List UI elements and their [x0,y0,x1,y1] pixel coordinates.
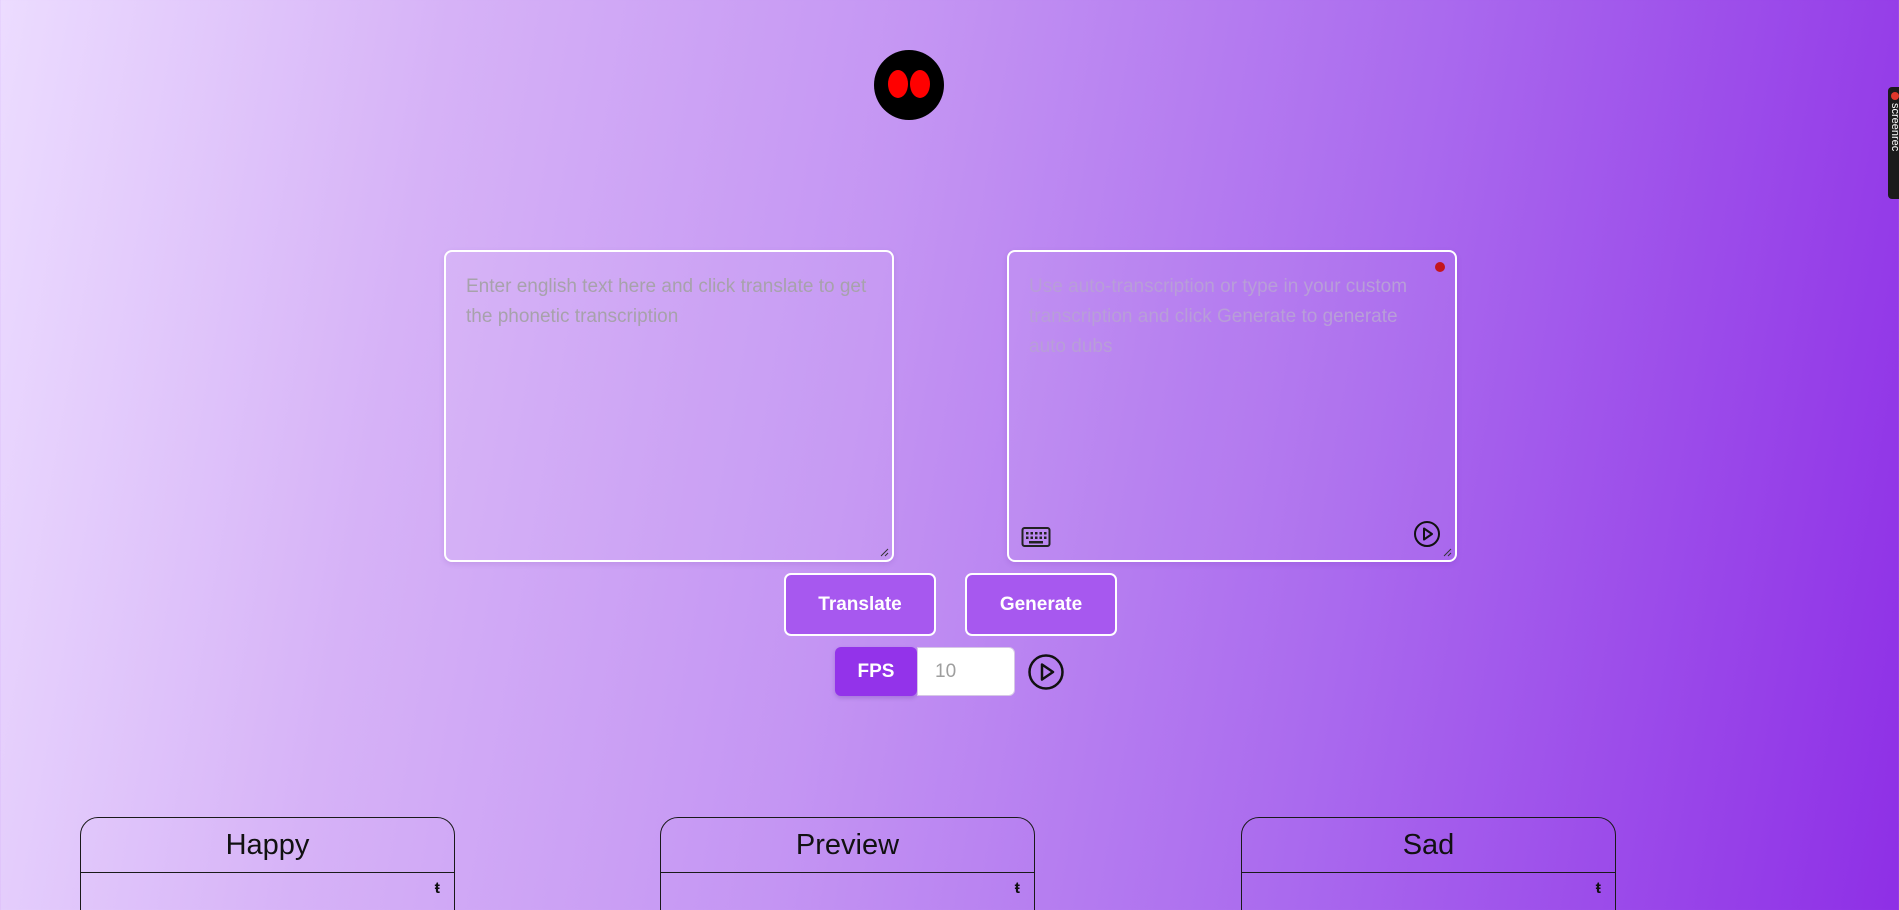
transcription-input[interactable]: Use auto-transcription or type in your c… [1007,250,1457,562]
pin-icon[interactable]: ŧ [1015,880,1020,898]
pin-icon[interactable]: ŧ [1596,880,1601,898]
resize-handle-icon[interactable] [880,548,889,557]
translate-button[interactable]: Translate [784,573,936,636]
generate-button[interactable]: Generate [965,573,1117,636]
robot-logo [874,50,944,120]
panel-title: Sad [1242,818,1615,873]
right-eye [910,70,930,98]
keyboard-icon[interactable] [1021,526,1051,548]
screen-recorder-tab[interactable]: screenrec [1888,87,1899,199]
panel-title: Happy [81,818,454,873]
record-dot-icon [1891,92,1899,100]
panel-title: Preview [661,818,1034,873]
resize-handle-icon[interactable] [1443,548,1452,557]
fps-input[interactable]: 10 [917,647,1015,696]
english-text-input[interactable]: Enter english text here and click transl… [444,250,894,562]
preview-panel: Preview ŧ [660,817,1035,910]
happy-panel: Happy ŧ [80,817,455,910]
sad-panel: Sad ŧ [1241,817,1616,910]
transcription-placeholder: Use auto-transcription or type in your c… [1029,276,1408,357]
pin-icon[interactable]: ŧ [435,880,440,898]
screen-recorder-label: screenrec [1889,103,1899,152]
play-circle-icon[interactable] [1027,653,1065,691]
record-indicator-icon [1435,262,1445,272]
fps-label: FPS [835,647,917,696]
left-eye [888,70,908,98]
english-text-placeholder: Enter english text here and click transl… [466,276,867,327]
play-circle-icon[interactable] [1413,520,1441,548]
